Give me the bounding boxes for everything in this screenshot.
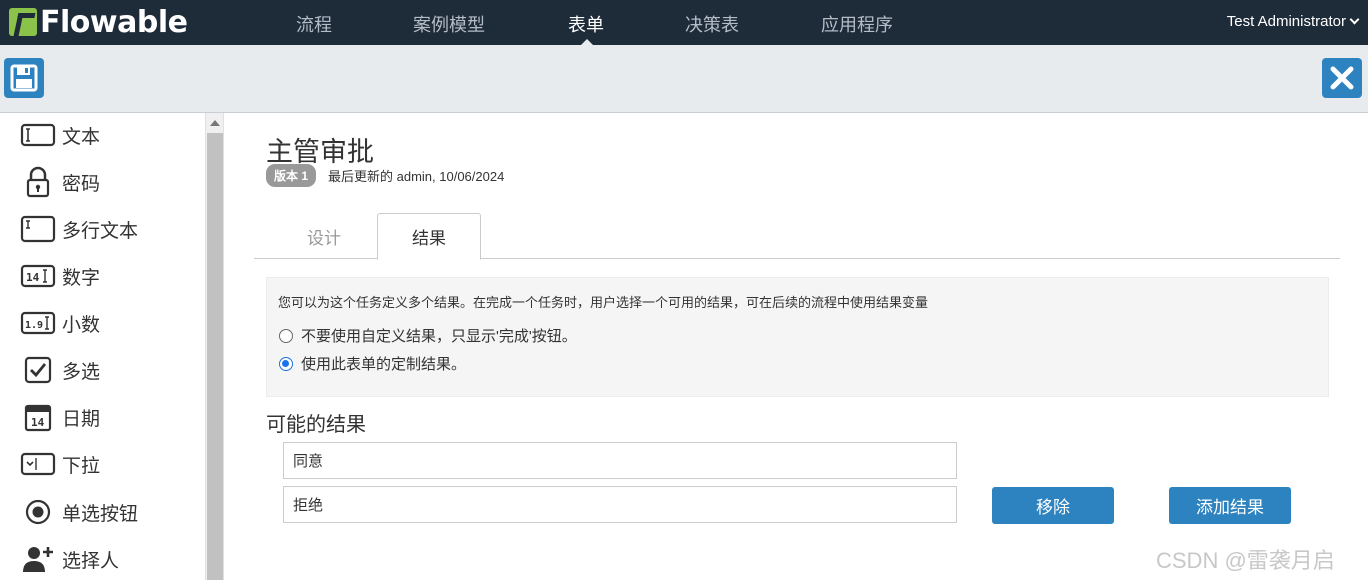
- scroll-thumb[interactable]: [207, 133, 223, 580]
- close-button[interactable]: [1322, 58, 1362, 98]
- palette-label: 日期: [62, 408, 101, 430]
- lock-icon: [20, 166, 56, 198]
- outcome-input[interactable]: [283, 442, 957, 479]
- palette-item-checkbox[interactable]: 多选: [20, 355, 100, 385]
- tab-design[interactable]: 设计: [272, 213, 376, 259]
- palette-item-date[interactable]: 14 日期: [20, 402, 100, 432]
- palette-item-number[interactable]: 14 数字: [20, 261, 100, 291]
- radio-button-icon: [20, 497, 56, 527]
- svg-text:1.9: 1.9: [25, 320, 43, 331]
- number-icon: 14: [20, 261, 56, 291]
- logo-text: Flowable: [40, 4, 188, 40]
- editor-toolbar: [0, 45, 1368, 113]
- nav-item-apps[interactable]: 应用程序: [821, 11, 893, 37]
- svg-text:14: 14: [26, 271, 40, 284]
- version-badge: 版本 1: [266, 164, 317, 187]
- flowable-logo-icon: [9, 8, 37, 36]
- palette-label: 文本: [62, 126, 101, 148]
- svg-text:14: 14: [31, 416, 45, 429]
- palette-item-radio[interactable]: 单选按钮: [20, 497, 138, 527]
- palette-item-people[interactable]: 选择人: [20, 544, 119, 574]
- close-x-icon: [1330, 66, 1354, 90]
- radio-button[interactable]: [279, 328, 293, 343]
- nav-item-case-model[interactable]: 案例模型: [413, 11, 485, 37]
- palette-item-text[interactable]: 文本: [20, 120, 100, 150]
- form-meta: 版本 1 最后更新的 admin, 10/06/2024: [266, 164, 504, 187]
- dropdown-icon: [20, 449, 56, 479]
- radio-label: 使用此表单的定制结果。: [301, 356, 467, 373]
- palette-label: 单选按钮: [62, 503, 139, 525]
- palette-item-dropdown[interactable]: 下拉: [20, 449, 100, 479]
- possible-outcomes-title: 可能的结果: [266, 414, 366, 436]
- form-editor: 主管审批 版本 1 最后更新的 admin, 10/06/2024 设计 结果 …: [225, 113, 1368, 580]
- radio-default-outcome[interactable]: 不要使用自定义结果，只显示'完成'按钮。: [279, 325, 577, 346]
- checkbox-icon: [20, 355, 56, 385]
- palette-label: 多选: [62, 361, 101, 383]
- chevron-down-icon: [1349, 14, 1360, 25]
- calendar-icon: 14: [20, 402, 56, 432]
- palette-item-password[interactable]: 密码: [20, 166, 101, 198]
- add-outcome-button[interactable]: 添加结果: [1169, 487, 1291, 524]
- top-navbar: Flowable 流程 案例模型 表单 决策表 应用程序 Test Admini…: [0, 0, 1368, 45]
- radio-label: 不要使用自定义结果，只显示'完成'按钮。: [301, 328, 577, 345]
- watermark: CSDN @雷袭月启: [1156, 548, 1335, 573]
- nav-item-decision-tables[interactable]: 决策表: [685, 11, 739, 37]
- editor-tabs: 设计 结果: [254, 213, 1340, 260]
- palette-label: 多行文本: [62, 220, 139, 242]
- palette-item-multiline-text[interactable]: 多行文本: [20, 214, 138, 244]
- nav-item-forms[interactable]: 表单: [568, 11, 604, 37]
- palette-label: 数字: [62, 267, 101, 289]
- scroll-up-arrow-icon[interactable]: [210, 120, 220, 126]
- multiline-text-icon: [20, 214, 56, 244]
- flowable-logo[interactable]: Flowable: [9, 4, 188, 40]
- palette-label: 密码: [62, 173, 101, 195]
- radio-button-selected[interactable]: [279, 356, 293, 371]
- add-person-icon: [20, 544, 56, 574]
- palette-label: 小数: [62, 314, 101, 336]
- palette-label: 选择人: [62, 550, 120, 572]
- remove-outcome-button[interactable]: 移除: [992, 487, 1114, 524]
- save-button[interactable]: [4, 58, 44, 98]
- radio-custom-outcome[interactable]: 使用此表单的定制结果。: [279, 353, 466, 374]
- text-field-icon: [20, 120, 56, 150]
- user-name: Test Administrator: [1226, 13, 1346, 30]
- user-menu[interactable]: Test Administrator: [1226, 13, 1360, 30]
- decimal-icon: 1.9: [20, 308, 56, 338]
- palette-scrollbar[interactable]: [205, 113, 224, 580]
- palette-label: 下拉: [62, 455, 101, 477]
- outcomes-settings-panel: 您可以为这个任务定义多个结果。在完成一个任务时，用户选择一个可用的结果，可在后续…: [266, 277, 1329, 397]
- palette-item-decimal[interactable]: 1.9 小数: [20, 308, 100, 338]
- form-field-palette: 文本 密码 多行文本 14 数字 1.9 小数 多选 14 日期 下拉 单选按钮…: [0, 113, 205, 580]
- outcome-input[interactable]: [283, 486, 957, 523]
- floppy-disk-icon: [10, 64, 38, 92]
- last-updated-text: 最后更新的 admin, 10/06/2024: [328, 169, 505, 184]
- tab-outcomes[interactable]: 结果: [377, 213, 481, 260]
- outcomes-description: 您可以为这个任务定义多个结果。在完成一个任务时，用户选择一个可用的结果，可在后续…: [278, 295, 929, 310]
- nav-item-process[interactable]: 流程: [296, 11, 332, 37]
